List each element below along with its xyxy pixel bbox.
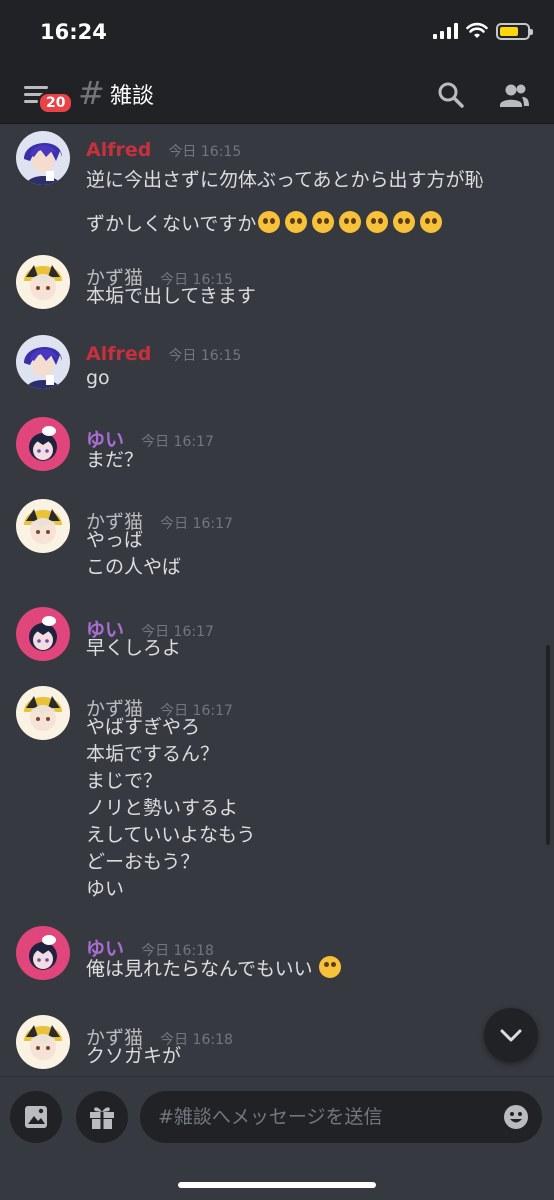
author-name[interactable]: Alfred <box>86 343 151 365</box>
smiley-emoji <box>318 956 341 978</box>
message-line: 本垢で出してきます <box>86 285 256 307</box>
message-content: 俺は見れたらなんでもいい <box>86 956 542 983</box>
message-line: 俺は見れたらなんでもいい <box>86 958 313 980</box>
author-name[interactable]: Alfred <box>86 139 151 161</box>
channel-hash-icon: # <box>78 74 105 112</box>
timestamp: 今日 16:15 <box>168 348 242 364</box>
image-icon <box>25 1106 47 1128</box>
message-line: ゆい <box>86 878 125 900</box>
home-indicator <box>178 1182 376 1188</box>
message-content: go <box>86 365 542 392</box>
message-line: まだ？ <box>86 449 144 471</box>
emoji-picker-icon <box>504 1105 528 1129</box>
message-input-container <box>140 1091 542 1143</box>
message-line: ずかしくないですか <box>86 213 257 235</box>
gift-icon <box>90 1107 114 1129</box>
avatar[interactable] <box>16 335 70 389</box>
avatar[interactable] <box>16 607 70 661</box>
mention-badge: 20 <box>38 92 74 114</box>
timestamp: 今日 16:15 <box>168 144 242 160</box>
message-line: 早くしろよ <box>86 637 182 659</box>
avatar[interactable] <box>16 686 70 740</box>
message-composer <box>0 1076 554 1200</box>
message-line: やっば <box>86 529 144 551</box>
message-line: クソガキが <box>86 1045 182 1067</box>
menu-button[interactable]: 20 <box>22 80 74 114</box>
cellular-signal-icon <box>433 23 458 39</box>
avatar[interactable] <box>16 131 70 185</box>
jump-to-latest-button[interactable] <box>484 1008 538 1062</box>
avatar[interactable] <box>16 499 70 553</box>
message-content: やっば この人やば <box>86 527 542 581</box>
chevron-down-icon <box>500 1029 522 1042</box>
message-line: えしていいよなもう <box>86 824 256 846</box>
message-line: go <box>86 367 110 389</box>
search-button[interactable] <box>436 80 466 110</box>
message-list[interactable]: Alfred 今日 16:15 逆に今出さずに勿体ぶってあとから出す方が恥 ずか… <box>0 125 554 1075</box>
status-icons <box>433 22 533 40</box>
message-content: まだ？ <box>86 447 542 474</box>
members-button[interactable] <box>498 80 529 110</box>
battery-icon <box>496 22 533 40</box>
avatar[interactable] <box>16 1015 70 1069</box>
wifi-icon <box>466 22 488 38</box>
pleading-face-emoji <box>258 211 447 235</box>
gift-button[interactable] <box>76 1091 128 1143</box>
message-content: クソガキが <box>86 1043 542 1070</box>
message-content: やばすぎやろ 本垢でするん？ まじで？ ノリと勢いするよ えしていいよなもう ど… <box>86 714 542 903</box>
channel-header: 20 # 雑談 <box>0 66 554 124</box>
message-line: どーおもう？ <box>86 851 200 873</box>
avatar[interactable] <box>16 926 70 980</box>
message-line: やばすぎやろ <box>86 716 201 738</box>
emoji-button[interactable] <box>502 1103 530 1131</box>
status-bar: 16:24 <box>0 0 554 66</box>
search-icon <box>438 82 464 108</box>
message-line: 本垢でするん？ <box>86 743 220 765</box>
avatar[interactable] <box>16 255 70 309</box>
message-line: まじで？ <box>86 770 163 792</box>
message-content: 本垢で出してきます <box>86 283 542 310</box>
members-icon <box>500 84 529 107</box>
scrollbar[interactable] <box>546 645 550 845</box>
message-line: この人やば <box>86 556 182 578</box>
status-time: 16:24 <box>40 20 107 44</box>
channel-title: 雑談 <box>110 84 155 109</box>
attach-image-button[interactable] <box>10 1091 62 1143</box>
message-content: 早くしろよ <box>86 635 542 662</box>
message-line: ノリと勢いするよ <box>86 797 239 819</box>
message-content: 逆に今出さずに勿体ぶってあとから出す方が恥 ずかしくないですか <box>86 167 542 243</box>
message-line: 逆に今出さずに勿体ぶってあとから出す方が恥 <box>86 169 484 191</box>
avatar[interactable] <box>16 417 70 471</box>
message-input[interactable] <box>158 1091 488 1143</box>
